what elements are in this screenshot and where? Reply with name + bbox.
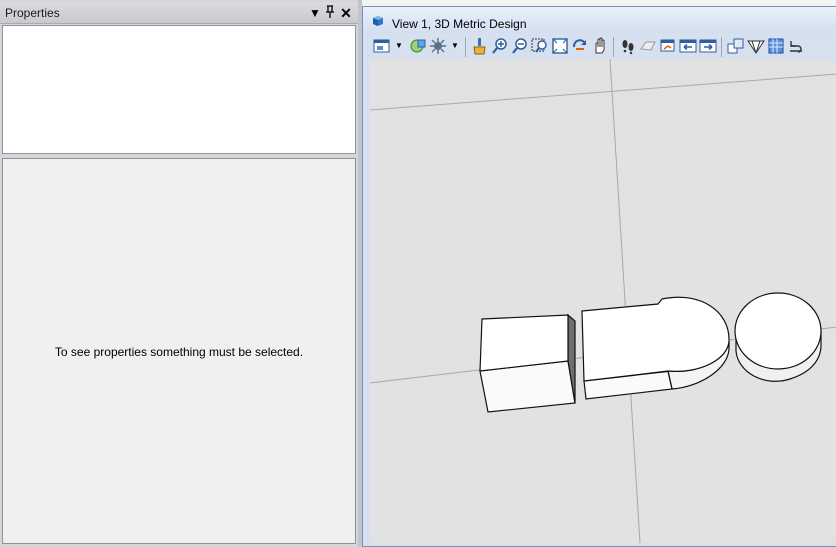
- zoom-in-icon[interactable]: [491, 37, 509, 55]
- window-area-icon[interactable]: [531, 37, 549, 55]
- zoom-out-icon[interactable]: [511, 37, 529, 55]
- cylinder-solid[interactable]: [734, 292, 822, 382]
- slot-solid[interactable]: [581, 296, 730, 400]
- dropdown-arrow-icon[interactable]: ▼: [308, 5, 322, 21]
- copy-view-icon[interactable]: [679, 37, 697, 55]
- clip-volume-icon[interactable]: [767, 37, 785, 55]
- display-style-icon[interactable]: [409, 37, 427, 55]
- pin-icon[interactable]: [323, 5, 337, 21]
- properties-title-bar: Properties ▼ ✕: [0, 2, 358, 24]
- rotate-view-icon[interactable]: [571, 37, 589, 55]
- view-title: View 1, 3D Metric Design: [392, 17, 527, 31]
- camera-settings-icon[interactable]: [747, 37, 765, 55]
- update-view-icon[interactable]: [471, 37, 489, 55]
- toolbar-separator: [613, 37, 614, 57]
- lighting-icon[interactable]: [429, 37, 447, 55]
- grid-line: [609, 59, 641, 543]
- properties-panel: Properties ▼ ✕ To see properties somethi…: [0, 0, 358, 547]
- view-title-bar: View 1, 3D Metric Design: [363, 7, 836, 33]
- view-previous-icon[interactable]: [639, 37, 657, 55]
- grid-line: [370, 73, 836, 111]
- view-attributes-icon[interactable]: [373, 37, 391, 55]
- properties-empty-message: To see properties something must be sele…: [54, 345, 304, 359]
- close-icon[interactable]: ✕: [339, 5, 353, 21]
- standard-views-icon[interactable]: [699, 37, 717, 55]
- box-solid[interactable]: [479, 313, 576, 413]
- design-viewport[interactable]: [370, 59, 836, 543]
- properties-details-area: To see properties something must be sele…: [2, 158, 356, 544]
- view-cube-icon: [373, 16, 383, 26]
- toolbar-separator: [465, 37, 466, 57]
- chevron-down-icon[interactable]: ▼: [451, 42, 459, 50]
- undo-view-icon[interactable]: [787, 37, 805, 55]
- view-next-icon[interactable]: [659, 37, 677, 55]
- properties-title: Properties: [5, 6, 60, 20]
- pan-view-icon[interactable]: [591, 37, 609, 55]
- view-display-mode-icon[interactable]: [727, 37, 745, 55]
- fit-view-icon[interactable]: [551, 37, 569, 55]
- view-window: View 1, 3D Metric Design ▼ ▼: [362, 6, 836, 547]
- properties-selection-list[interactable]: [2, 25, 356, 154]
- design-model: [370, 59, 836, 543]
- view-toolbar: ▼ ▼: [369, 35, 836, 59]
- chevron-down-icon[interactable]: ▼: [395, 42, 403, 50]
- walk-icon[interactable]: [619, 37, 637, 55]
- toolbar-separator: [721, 37, 722, 57]
